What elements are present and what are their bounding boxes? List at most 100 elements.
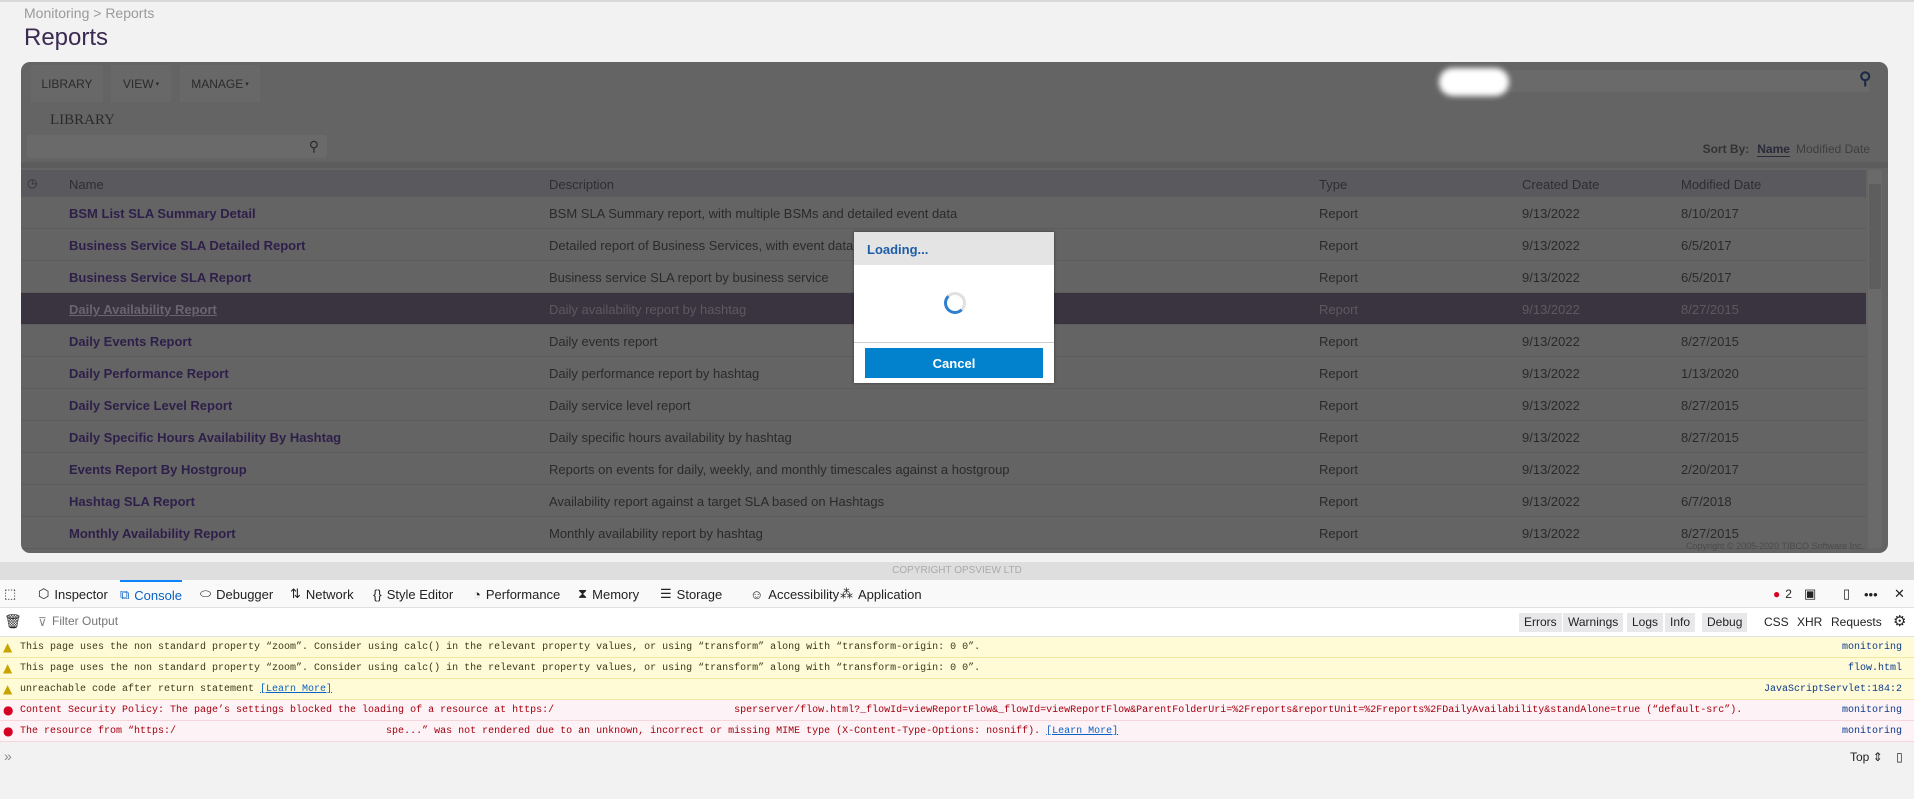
filter-output-input[interactable] [52, 614, 452, 628]
divider [854, 342, 1054, 343]
error-count-badge[interactable]: ● 2 [1773, 580, 1792, 608]
learn-more-link[interactable]: [Learn More] [1046, 726, 1118, 737]
message-source[interactable]: monitoring [1842, 726, 1902, 737]
cancel-button[interactable]: Cancel [865, 348, 1043, 378]
message-text: Content Security Policy: The page’s sett… [20, 705, 1743, 716]
context-selector[interactable]: Top ⇕ ▯ [1850, 750, 1903, 764]
responsive-design-icon[interactable]: ▯ [1843, 580, 1850, 608]
settings-gear-icon[interactable]: ⚙ [1893, 612, 1906, 630]
view-label: VIEW [122, 76, 154, 91]
tab-storage[interactable]: ☰ Storage [660, 580, 722, 608]
tab-application[interactable]: ⁂ Application [840, 580, 922, 608]
report-name[interactable]: Hashtag SLA Report [69, 494, 195, 509]
report-modified-date: 6/5/2017 [1681, 270, 1732, 285]
scrollbar-thumb[interactable] [1869, 184, 1881, 289]
report-name[interactable]: BSM List SLA Summary Detail [69, 206, 256, 221]
library-button[interactable]: LIBRARY [31, 65, 103, 102]
column-name[interactable]: Name [69, 177, 104, 192]
tab-debugger[interactable]: ⬭ Debugger [200, 580, 273, 608]
tab-console[interactable]: ⧉ Console [120, 580, 182, 608]
filter-css[interactable]: CSS [1764, 615, 1789, 629]
report-name[interactable]: Events Report By Hostgroup [69, 462, 247, 477]
message-source[interactable]: monitoring [1842, 705, 1902, 716]
application-icon: ⁂ [840, 586, 853, 601]
console-message: ▲ unreachable code after return statement… [0, 679, 1914, 700]
report-name[interactable]: Business Service SLA Report [69, 270, 251, 285]
report-name[interactable]: Business Service SLA Detailed Report [69, 238, 306, 253]
message-source[interactable]: monitoring [1842, 642, 1902, 653]
section-label: LIBRARY [50, 112, 116, 128]
tibco-copyright: Copyright © 2005-2020 TIBCO Software Inc… [1685, 541, 1864, 551]
clock-icon[interactable]: ◷ [27, 176, 37, 190]
tab-style-editor[interactable]: {} Style Editor [373, 580, 453, 608]
report-created-date: 9/13/2022 [1522, 462, 1580, 477]
top-border [0, 0, 1914, 2]
dialog-title: Loading... [854, 232, 1054, 265]
message-source[interactable]: flow.html [1848, 663, 1902, 674]
performance-icon: ◔ [473, 586, 481, 602]
report-created-date: 9/13/2022 [1522, 270, 1580, 285]
filter-warnings[interactable]: Warnings [1563, 613, 1624, 632]
filter-debug[interactable]: Debug [1702, 613, 1748, 632]
style-editor-icon: {} [373, 586, 382, 602]
context-label: Top [1850, 750, 1870, 764]
table-row[interactable]: Monthly Availability Report Monthly avail… [21, 517, 1866, 549]
column-modified-date[interactable]: Modified Date [1681, 177, 1761, 192]
manage-menu[interactable]: MANAGE ▾ [180, 65, 260, 102]
table-row[interactable]: Daily Specific Hours Availability By Has… [21, 421, 1866, 453]
more-options-icon[interactable]: ••• [1864, 580, 1878, 608]
filter-logs[interactable]: Logs [1627, 613, 1664, 632]
scrollbar[interactable] [1868, 170, 1882, 548]
report-created-date: 9/13/2022 [1522, 494, 1580, 509]
sidebar-toggle-icon[interactable]: ▯ [1896, 750, 1903, 764]
console-prompt-icon[interactable]: » [4, 748, 12, 764]
dock-icon[interactable]: ▣ [1804, 580, 1816, 608]
view-menu[interactable]: VIEW ▾ [111, 65, 171, 102]
warning-icon: ▲ [3, 640, 13, 654]
column-description[interactable]: Description [549, 177, 614, 192]
report-name[interactable]: Daily Events Report [69, 334, 192, 349]
library-search-input[interactable]: ⚲ [27, 135, 327, 158]
table-row[interactable]: Events Report By Hostgroup Reports on eve… [21, 453, 1866, 485]
report-name[interactable]: Daily Service Level Report [69, 398, 232, 413]
breadcrumb[interactable]: Monitoring > Reports [24, 5, 154, 21]
report-type: Report [1319, 238, 1359, 253]
tab-memory[interactable]: ⧗ Memory [578, 580, 639, 608]
table-row[interactable]: BSM List SLA Summary Detail BSM SLA Summa… [21, 197, 1866, 229]
sort-by-name[interactable]: Name [1757, 142, 1790, 157]
manage-label: MANAGE [191, 76, 244, 91]
element-picker-icon[interactable]: ⬚ [4, 580, 16, 608]
table-row[interactable]: Hashtag SLA Report Availability report ag… [21, 485, 1866, 517]
message-source[interactable]: JavaScriptServlet:184:2 [1764, 684, 1902, 695]
filter-requests[interactable]: Requests [1831, 615, 1882, 629]
report-name[interactable]: Daily Availability Report [69, 302, 217, 317]
search-icon[interactable]: ⚲ [1859, 69, 1871, 89]
filter-info[interactable]: Info [1665, 613, 1696, 632]
tab-label: Style Editor [386, 586, 454, 602]
column-created-date[interactable]: Created Date [1522, 177, 1599, 192]
report-created-date: 9/13/2022 [1522, 430, 1580, 445]
filter-errors[interactable]: Errors [1519, 613, 1562, 632]
filter-xhr[interactable]: XHR [1797, 615, 1822, 629]
report-description: Daily events report [549, 334, 658, 349]
page-title: Reports [24, 24, 109, 51]
tab-accessibility[interactable]: ☺ Accessibility [750, 580, 839, 608]
divider [21, 162, 1888, 168]
report-modified-date: 8/27/2015 [1681, 334, 1739, 349]
learn-more-link[interactable]: [Learn More] [260, 684, 332, 695]
report-name[interactable]: Daily Performance Report [69, 366, 229, 381]
column-type[interactable]: Type [1319, 177, 1347, 192]
tab-network[interactable]: ⇅ Network [290, 580, 354, 608]
report-name[interactable]: Monthly Availability Report [69, 526, 236, 541]
close-icon[interactable]: ✕ [1894, 580, 1905, 608]
console-message: ▲ This page uses the non standard propert… [0, 658, 1914, 679]
search-icon[interactable]: ⚲ [309, 138, 319, 155]
report-name[interactable]: Daily Specific Hours Availability By Has… [69, 430, 341, 445]
trash-icon[interactable]: 🗑 [4, 613, 22, 630]
table-row[interactable]: Daily Service Level Report Daily service … [21, 389, 1866, 421]
tab-performance[interactable]: ◔ Performance [473, 580, 560, 608]
report-type: Report [1319, 494, 1359, 509]
tab-inspector[interactable]: ⬡ Inspector [38, 580, 108, 608]
tab-label: Network [305, 586, 354, 602]
sort-by-modified-date[interactable]: Modified Date [1796, 142, 1870, 156]
